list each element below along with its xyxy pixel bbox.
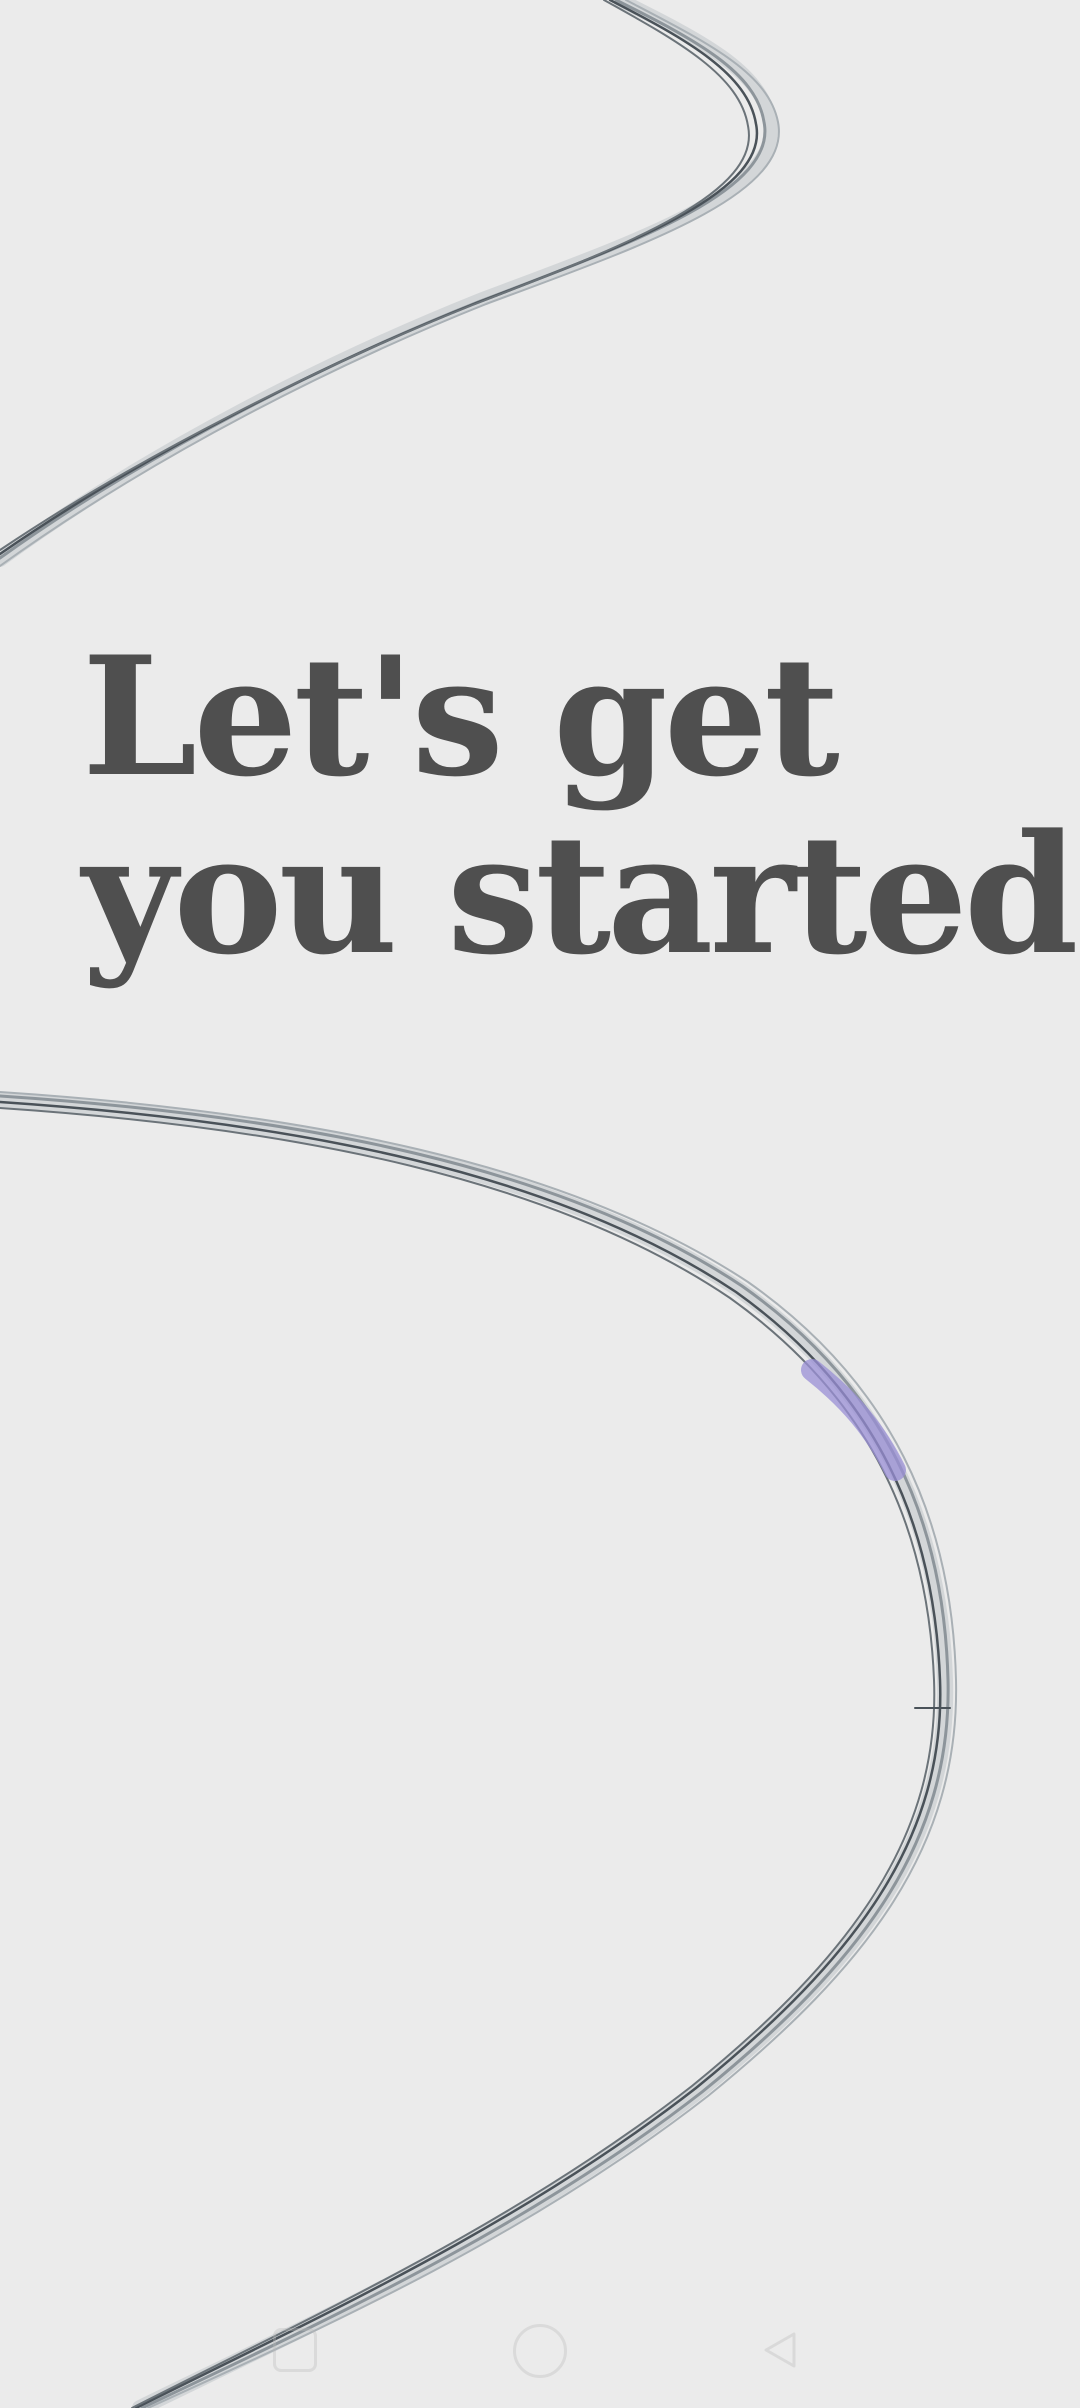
upper-wave-line — [0, 0, 780, 567]
page-title-line-1: Let's get — [82, 620, 840, 813]
lower-wave-line — [0, 1091, 958, 2408]
recent-apps-icon[interactable] — [273, 2328, 317, 2372]
home-icon[interactable] — [513, 2324, 567, 2378]
onboarding-screen: Let's get you started — [0, 0, 1080, 2408]
page-title: Let's get you started — [82, 620, 1079, 991]
back-icon[interactable] — [758, 2328, 802, 2372]
decorative-wave-lines — [0, 0, 958, 2408]
system-navigation-bar — [0, 2308, 1080, 2408]
page-title-line-2: you started — [82, 798, 1079, 991]
